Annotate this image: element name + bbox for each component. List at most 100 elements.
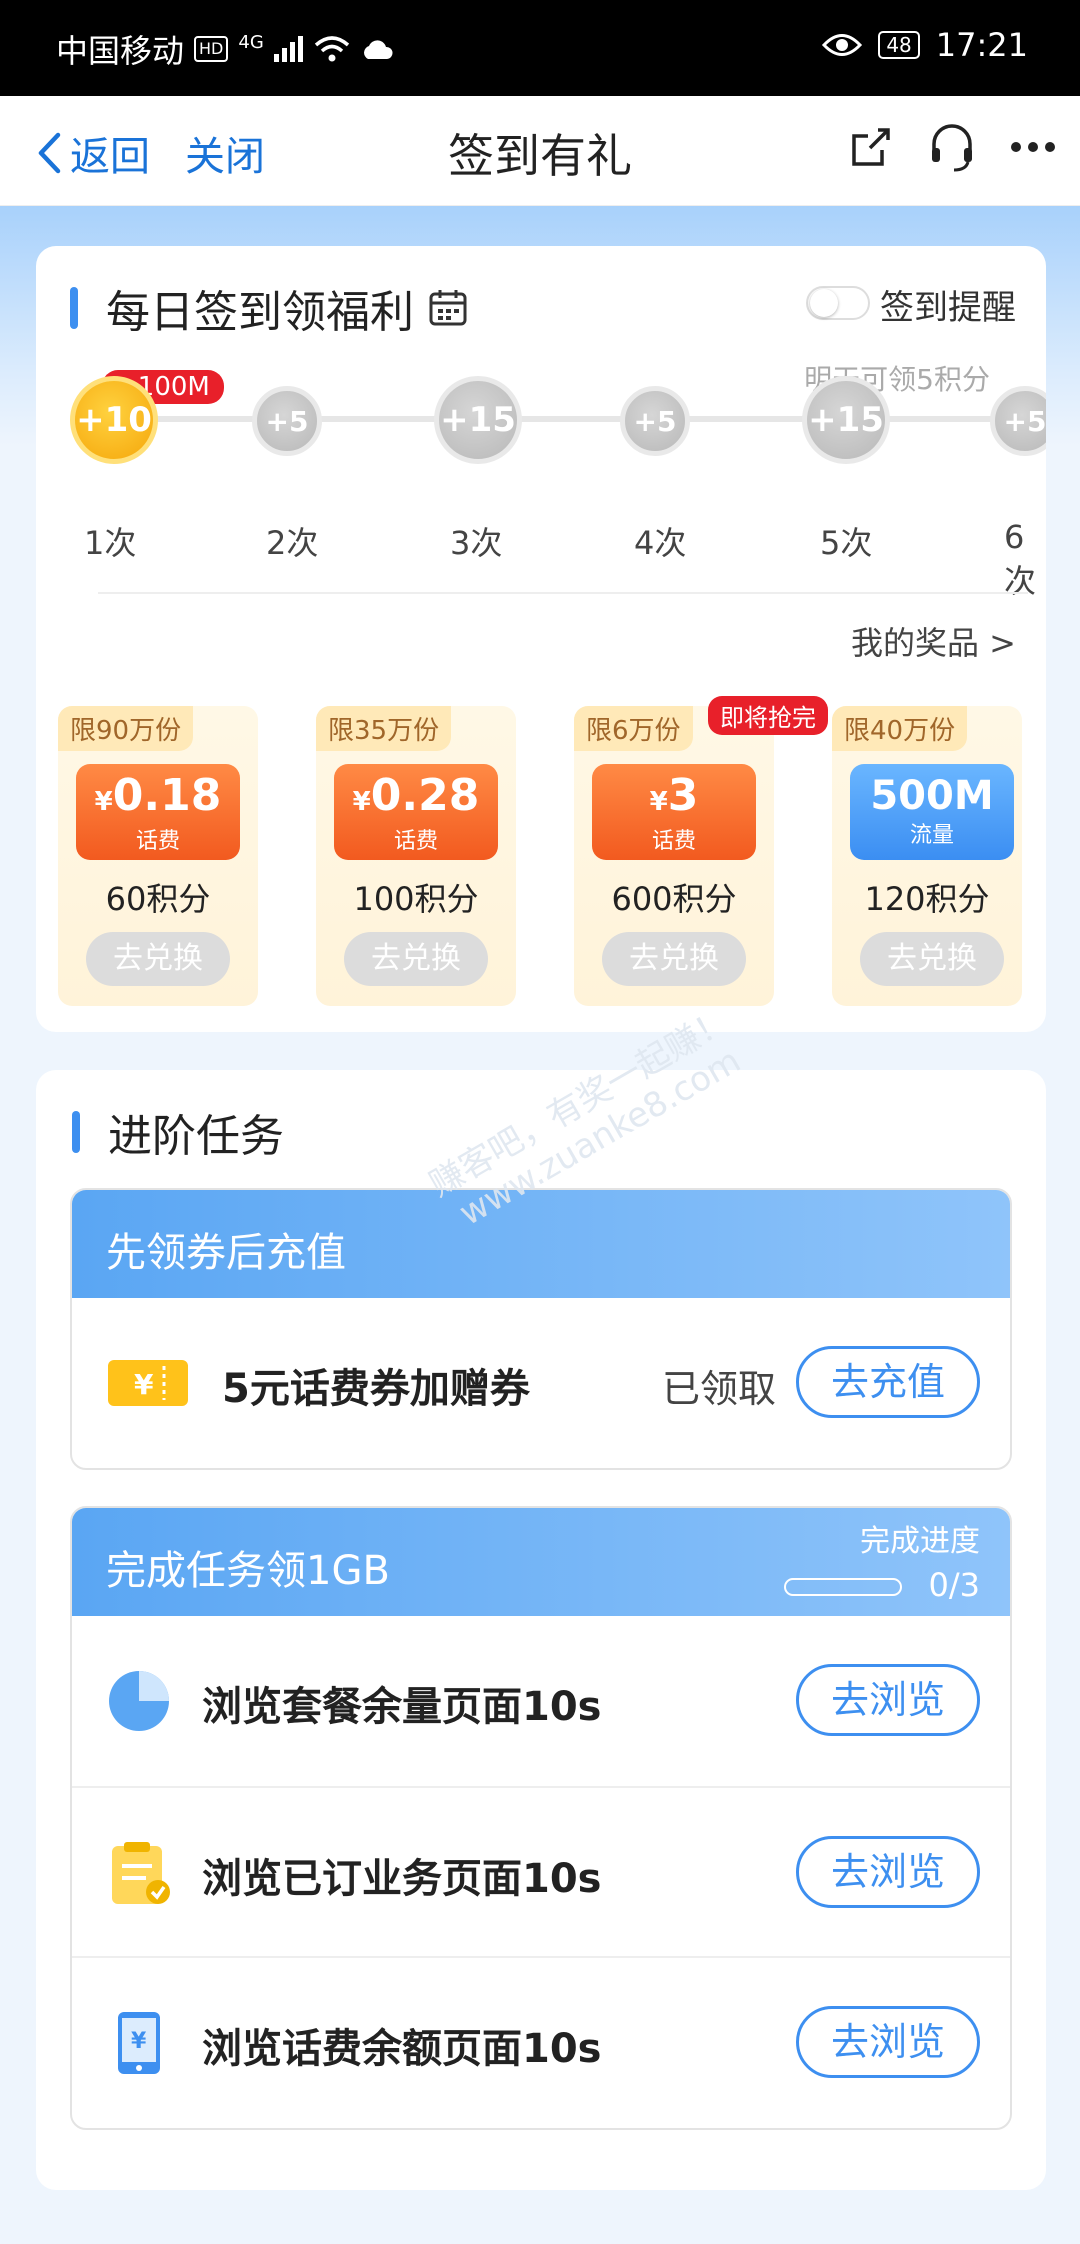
prize-amount: 0.18 [112, 770, 222, 821]
browse-button[interactable]: 去浏览 [796, 2006, 980, 2078]
redeem-button[interactable]: 去兑换 [86, 932, 230, 986]
divider [98, 592, 1028, 594]
prize-points: 120积分 [864, 880, 990, 918]
battery-level: 48 [878, 31, 920, 59]
redeem-button[interactable]: 去兑换 [344, 932, 488, 986]
clock: 17:21 [935, 26, 1028, 64]
prize-ticket: ¥0.18 话费 [76, 764, 240, 860]
network-type: 4G [238, 31, 264, 53]
prize-card[interactable]: 限6万份 ¥3 话费 600积分 去兑换 [574, 706, 774, 1006]
day-2-coin: +5 [252, 386, 322, 456]
pie-chart-icon [109, 1671, 169, 1731]
day-6-label: 6次 [1004, 518, 1037, 600]
prize-limit: 限90万份 [58, 706, 194, 751]
prize-ticket: ¥0.28 话费 [334, 764, 498, 860]
coupon-name: 5元话费券加赠券 [222, 1366, 530, 1412]
prize-card[interactable]: 限90万份 ¥0.18 话费 60积分 去兑换 [58, 706, 258, 1006]
prize-currency: ¥ [94, 787, 113, 817]
task-row: 浏览套餐余量页面10s 去浏览 [72, 1616, 1010, 1786]
prize-amount: 3 [667, 770, 699, 821]
task-row: 浏览已订业务页面10s 去浏览 [72, 1786, 1010, 1956]
signin-card: 每日签到领福利 签到提醒 明天可领5积分 +100M +10 1次 +5 2次 … [36, 246, 1046, 1032]
nav-bar: 返回 关闭 签到有礼 [0, 96, 1080, 206]
day-1-label: 1次 [84, 524, 137, 562]
day-6-coin: +5 [990, 386, 1046, 456]
task-label: 浏览话费余额页面10s [202, 2026, 602, 2072]
svg-text:¥: ¥ [134, 1368, 154, 1401]
task-header: 完成任务领1GB 完成进度 0/3 [72, 1508, 1010, 1616]
signin-title-text: 每日签到领福利 [106, 287, 414, 338]
prize-ticket: ¥3 话费 [592, 764, 756, 860]
coupon-header-text: 先领券后充值 [106, 1230, 346, 1276]
title-accent [72, 1111, 80, 1153]
prize-type: 话费 [651, 829, 696, 854]
redeem-button[interactable]: 去兑换 [860, 932, 1004, 986]
progress-count: 0/3 [928, 1566, 981, 1604]
prize-currency: ¥ [649, 787, 668, 817]
task-header-text: 完成任务领1GB [106, 1548, 390, 1594]
prize-amount: 0.28 [370, 770, 480, 821]
phone-yen-icon: ¥ [118, 2012, 160, 2074]
hd-badge: HD [194, 36, 229, 62]
signin-title: 每日签到领福利 [70, 276, 468, 340]
recharge-button[interactable]: 去充值 [796, 1346, 980, 1418]
day-3-label: 3次 [450, 524, 503, 562]
coupon-status: 已领取 [661, 1367, 776, 1411]
title-accent [70, 287, 78, 329]
svg-text:¥: ¥ [131, 2029, 147, 2054]
day-4-label: 4次 [634, 524, 687, 562]
remind-toggle[interactable] [806, 286, 870, 320]
task-label: 浏览已订业务页面10s [202, 1856, 602, 1902]
task-row: ¥ 浏览话费余额页面10s 去浏览 [72, 1956, 1010, 2126]
prize-card[interactable]: 限35万份 ¥0.28 话费 100积分 去兑换 [316, 706, 516, 1006]
prize-type: 话费 [135, 829, 180, 854]
prize-points: 600积分 [611, 880, 737, 918]
progress-track [106, 416, 1046, 422]
coupon-row: ¥ 5元话费券加赠券 已领取 去充值 [72, 1298, 1010, 1468]
advanced-title-text: 进阶任务 [108, 1111, 284, 1162]
signal-icon [273, 36, 303, 62]
advanced-tasks-card: 进阶任务 先领券后充值 ¥ 5元话费券加赠券 已领取 去充值 完成任务领1GB … [36, 1070, 1046, 2190]
progress-label: 完成进度 [860, 1524, 980, 1559]
redeem-button[interactable]: 去兑换 [602, 932, 746, 986]
eye-icon [822, 34, 863, 56]
coupon-box: 先领券后充值 ¥ 5元话费券加赠券 已领取 去充值 [70, 1188, 1012, 1470]
headset-icon[interactable] [928, 122, 976, 172]
coupon-header: 先领券后充值 [72, 1190, 1010, 1298]
carrier-name: 中国移动 [56, 32, 185, 70]
my-prizes-link[interactable]: 我的奖品 > [851, 618, 1016, 664]
browse-button[interactable]: 去浏览 [796, 1664, 980, 1736]
prize-amount: 500M [870, 773, 994, 819]
progress-bar [784, 1578, 902, 1596]
day-2-label: 2次 [266, 524, 319, 562]
prize-card[interactable]: 限40万份 500M 流量 120积分 去兑换 [832, 706, 1022, 1006]
wifi-icon [314, 36, 349, 62]
task-box: 完成任务领1GB 完成进度 0/3 浏览套餐余量页面10s 去浏览 浏览已订业务… [70, 1506, 1012, 2130]
day-5-label: 5次 [820, 524, 873, 562]
prize-type: 流量 [909, 823, 954, 848]
advanced-title: 进阶任务 [72, 1100, 284, 1164]
day-5-coin: +15 [802, 376, 890, 464]
prize-type: 话费 [393, 829, 438, 854]
cloud-icon [363, 40, 393, 59]
clipboard-icon [112, 1842, 170, 1904]
day-1-coin: +10 [70, 376, 158, 464]
prize-ticket: 500M 流量 [850, 764, 1014, 860]
prize-limit: 限35万份 [316, 706, 452, 751]
status-bar: 中国移动 HD 4G 48 17:21 [0, 0, 1080, 96]
prize-limit: 限40万份 [832, 706, 968, 751]
task-label: 浏览套餐余量页面10s [202, 1684, 602, 1730]
day-4-coin: +5 [620, 386, 690, 456]
prize-limit: 限6万份 [574, 706, 693, 751]
calendar-icon[interactable] [428, 288, 468, 328]
day-3-coin: +15 [434, 376, 522, 464]
prize-points: 60积分 [105, 880, 211, 918]
hot-badge: 即将抢完 [708, 696, 828, 735]
coupon-icon: ¥ [108, 1360, 188, 1406]
more-icon[interactable] [1010, 141, 1056, 153]
prize-points: 100积分 [353, 880, 479, 918]
share-icon[interactable] [848, 124, 894, 170]
browse-button[interactable]: 去浏览 [796, 1836, 980, 1908]
toggle-knob [810, 289, 838, 317]
prize-currency: ¥ [352, 787, 371, 817]
